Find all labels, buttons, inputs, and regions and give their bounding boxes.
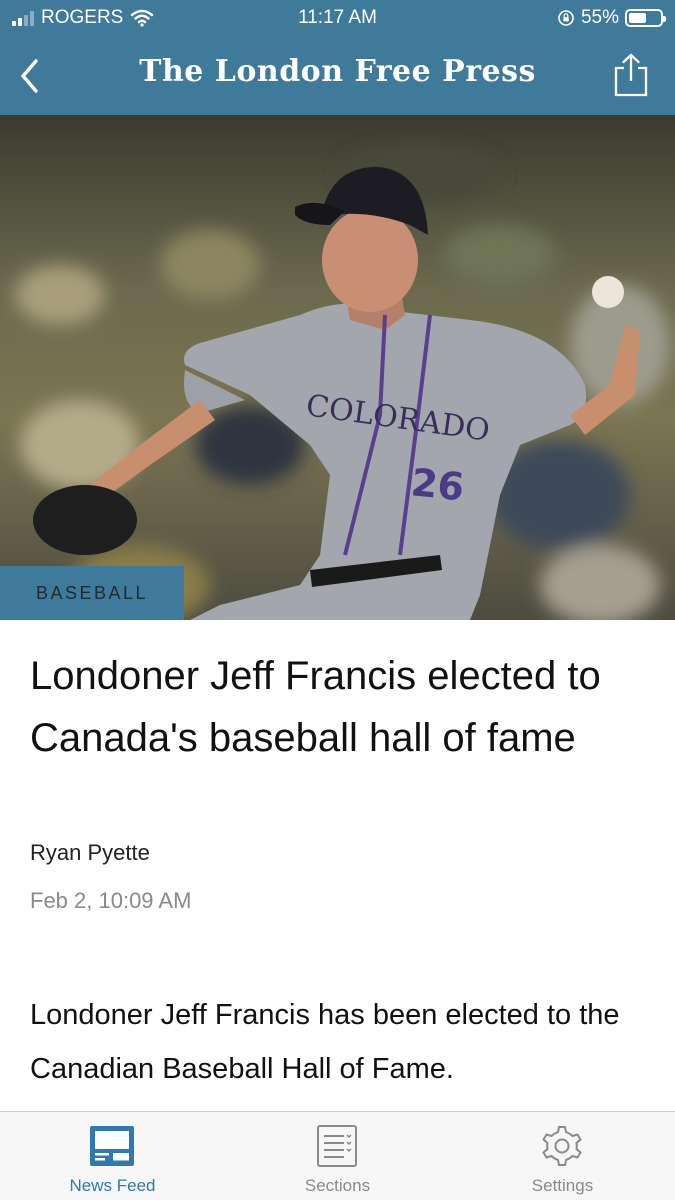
nav-bar: The London Free Press	[0, 38, 675, 115]
masthead-logo: The London Free Press	[139, 54, 536, 89]
tab-settings[interactable]: Settings	[450, 1112, 675, 1200]
article-headline: Londoner Jeff Francis elected to Canada'…	[30, 654, 601, 760]
status-bar: ROGERS 11:17 AM 55%	[0, 0, 675, 38]
share-icon	[614, 53, 648, 97]
sections-list-icon	[317, 1125, 357, 1167]
top-bar: ROGERS 11:17 AM 55% The London Free Pres…	[0, 0, 675, 115]
article-body: Londoner Jeff Francis has been elected t…	[30, 999, 620, 1085]
share-button[interactable]	[611, 52, 651, 98]
article-author: Ryan Pyette	[30, 840, 150, 865]
tab-bar: News Feed Sections Settings	[0, 1111, 675, 1200]
orientation-lock-icon	[558, 10, 574, 26]
category-tag[interactable]: BASEBALL	[0, 566, 184, 620]
tab-label: Sections	[304, 1176, 371, 1195]
tab-label: News Feed	[69, 1176, 156, 1195]
battery-icon	[625, 9, 666, 27]
news-feed-icon	[90, 1126, 134, 1166]
jersey-number: 26	[409, 460, 466, 509]
tab-sections[interactable]: Sections	[225, 1112, 450, 1200]
tab-label: Settings	[531, 1176, 594, 1195]
gear-icon	[542, 1126, 582, 1166]
tab-news-feed[interactable]: News Feed	[0, 1112, 225, 1200]
battery-percent: 55%	[580, 7, 619, 28]
article-photo[interactable]: COLORADO 26	[0, 115, 675, 620]
article-date: Feb 2, 10:09 AM	[30, 888, 192, 913]
